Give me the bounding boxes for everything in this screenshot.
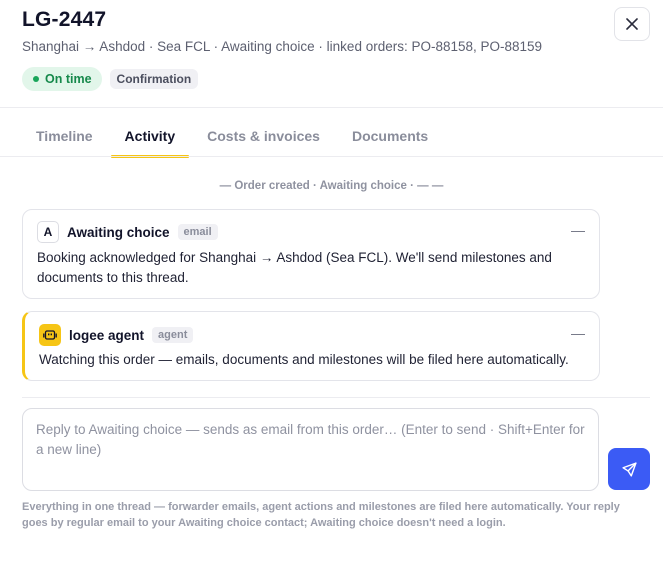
composer-footnote: Everything in one thread — forwarder ema…	[22, 501, 620, 529]
composer-divider	[22, 397, 650, 398]
status-dot-icon	[33, 76, 39, 82]
message-sender: Awaiting choice	[67, 224, 170, 240]
reply-box	[22, 408, 599, 491]
tab-timeline[interactable]: Timeline	[22, 115, 107, 157]
page-title: LG-2447	[22, 8, 107, 31]
message-body: Watching this order — emails, documents …	[39, 352, 569, 367]
close-icon	[626, 18, 638, 30]
tab-activity[interactable]: Activity	[110, 115, 190, 158]
message-body: Booking acknowledged for Shanghai → Ashd…	[37, 250, 552, 285]
message-header: logee agent agent	[39, 324, 194, 346]
tab-documents[interactable]: Documents	[338, 115, 442, 157]
message-sender: logee agent	[69, 327, 145, 343]
tab-divider	[0, 156, 663, 157]
order-header: LG-2447 Shanghai → Ashdod · Sea FCL · Aw…	[0, 0, 663, 108]
channel-chip: email	[177, 224, 218, 240]
message-menu-button[interactable]: —	[571, 325, 585, 341]
robot-icon	[39, 324, 61, 346]
message-card: A Awaiting choice email — Booking acknow…	[22, 209, 600, 299]
reply-input[interactable]	[23, 409, 598, 490]
thread-divider: — Order created · Awaiting choice · — —	[219, 180, 444, 192]
close-button[interactable]	[614, 7, 650, 41]
status-badge: On time	[22, 67, 102, 91]
tab-costs-invoices[interactable]: Costs & invoices	[193, 115, 334, 157]
order-subtitle: Shanghai → Ashdod · Sea FCL · Awaiting c…	[22, 39, 543, 54]
badge-row: On time Confirmation	[22, 67, 199, 91]
channel-chip: agent	[152, 327, 194, 343]
tab-bar: Timeline Activity Costs & invoices Docum…	[22, 115, 446, 158]
agent-message-card: logee agent agent — Watching this order …	[22, 311, 600, 381]
avatar: A	[37, 221, 59, 243]
send-button[interactable]	[608, 448, 650, 490]
message-menu-button[interactable]: —	[571, 222, 585, 238]
status-badge-label: On time	[45, 72, 92, 86]
stage-badge: Confirmation	[109, 69, 199, 89]
send-icon	[621, 461, 637, 477]
message-header: A Awaiting choice email	[37, 221, 218, 243]
